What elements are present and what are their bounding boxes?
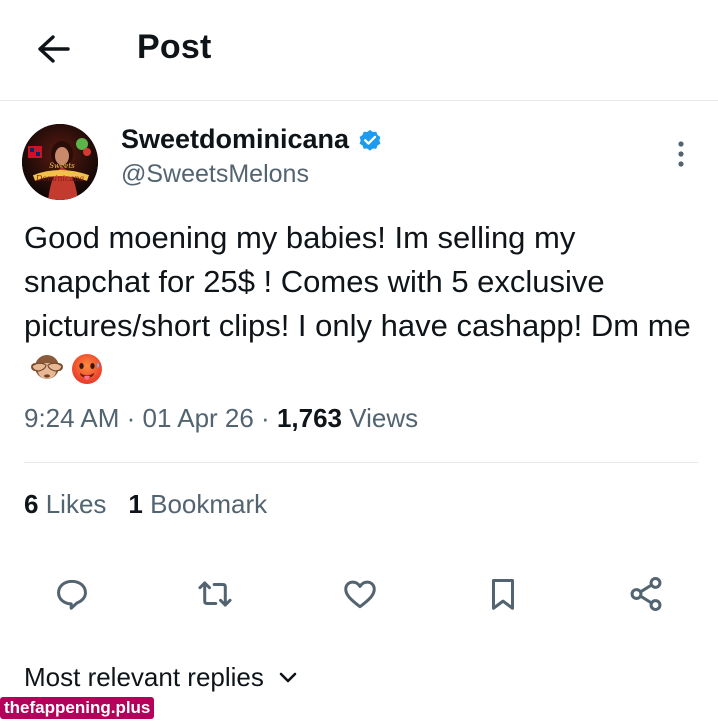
reply-button[interactable] [50,572,94,616]
verified-badge-icon [359,129,381,151]
hot-face-emoji [70,352,104,398]
more-options-button[interactable] [666,136,696,172]
share-icon [630,576,662,612]
svg-text:Dominicana: Dominicana [35,174,84,183]
likes-stat[interactable]: 6 Likes [24,489,106,519]
bookmark-icon [491,579,515,610]
svg-text:Sweets: Sweets [49,162,75,170]
likes-count: 6 [24,489,39,519]
divider [24,462,698,463]
tweet-time[interactable]: 9:24 AM [24,403,119,433]
divider [24,547,698,548]
avatar[interactable]: Dominicana Sweets [22,124,98,200]
watermark: thefappening.plus [0,697,155,719]
separator: · [119,403,143,433]
post-header: Post [0,0,718,101]
replies-sort-label: Most relevant replies [24,662,264,692]
see-no-evil-monkey-emoji [30,352,64,398]
reply-icon [57,579,87,610]
views-label: Views [349,403,419,433]
share-button[interactable] [624,572,668,616]
replies-sort-dropdown[interactable]: Most relevant replies [24,662,298,693]
tweet-meta: 9:24 AM · 01 Apr 26 · 1,763 Views [24,403,418,434]
bookmark-button[interactable] [481,572,525,616]
tweet-date[interactable]: 01 Apr 26 [143,403,254,433]
page-title: Post [137,28,212,66]
avatar-image: Dominicana Sweets [22,124,98,200]
bookmarks-stat[interactable]: 1 Bookmark [128,489,267,519]
like-button[interactable] [338,572,382,616]
engagement-stats: 6 Likes 1 Bookmark [24,489,267,520]
arrow-left-icon [38,35,70,63]
likes-label: Likes [45,489,107,519]
tweet-body: Good moening my babies! Im selling my sn… [24,220,691,343]
author-name[interactable]: Sweetdominicana [121,124,383,155]
author-handle[interactable]: @SweetsMelons [121,160,309,189]
tweet-text: Good moening my babies! Im selling my sn… [24,216,700,398]
more-vertical-icon [678,141,684,167]
separator: · [253,403,277,433]
retweet-button[interactable] [193,572,237,616]
display-name: Sweetdominicana [121,124,350,154]
bookmarks-count: 1 [128,489,143,519]
views-count: 1,763 [276,403,343,433]
back-button[interactable] [30,26,76,72]
retweet-icon [198,581,232,607]
like-icon [344,580,376,609]
action-bar [0,566,718,620]
chevron-down-icon [279,672,297,682]
bookmarks-label: Bookmark [150,489,268,519]
